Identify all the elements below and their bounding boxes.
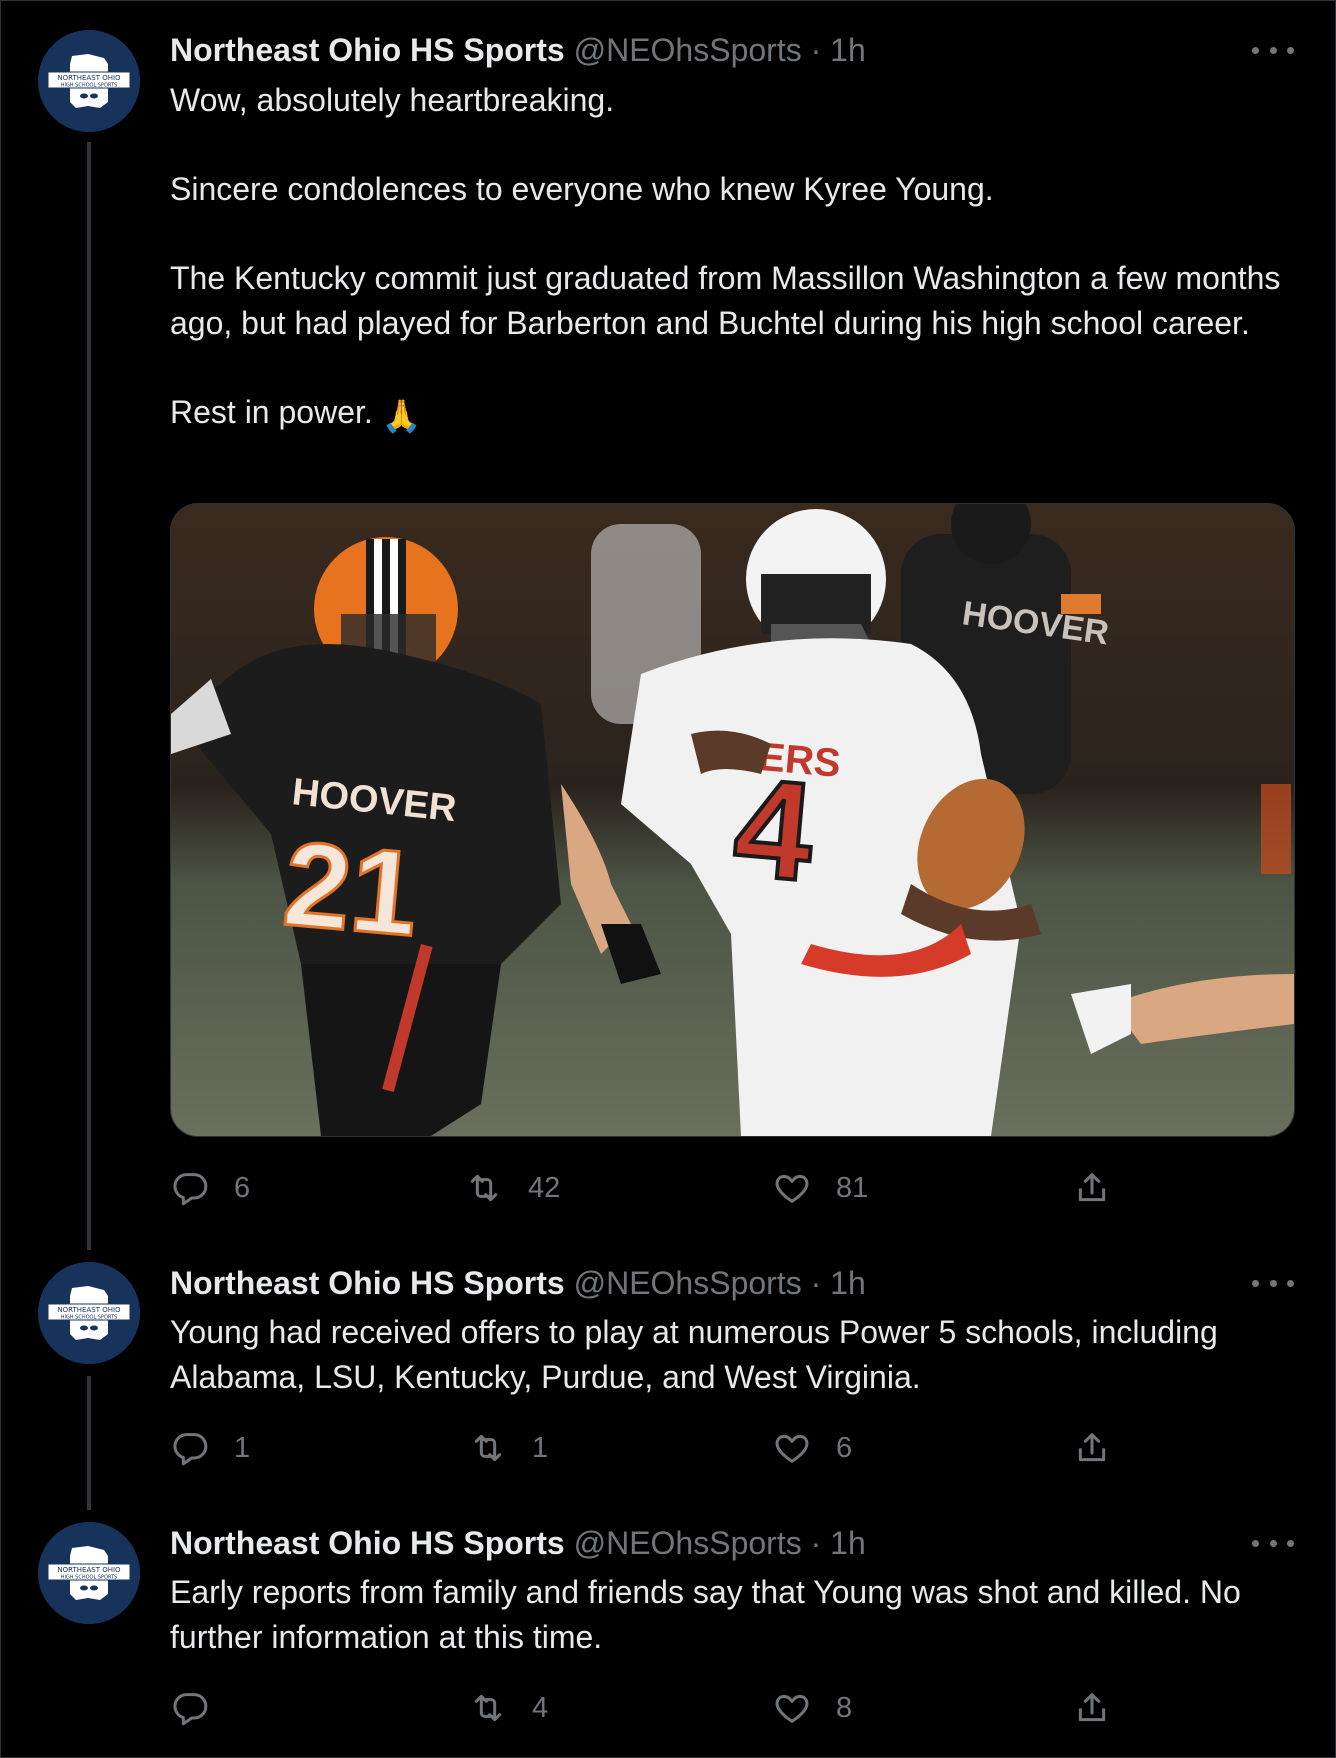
retweet-count: 1 (532, 1431, 549, 1464)
paragraph: Wow, absolutely heartbreaking. (170, 82, 615, 118)
handle[interactable]: @NEOhsSports (574, 1525, 802, 1561)
share-icon (1078, 1693, 1106, 1722)
tweet-actions: 1 1 6 (170, 1426, 1170, 1470)
share-button[interactable] (1072, 1426, 1112, 1470)
svg-text:NORTHEAST OHIO: NORTHEAST OHIO (57, 74, 121, 82)
more-icon[interactable] (1252, 1528, 1294, 1558)
reply-count: 1 (234, 1431, 251, 1464)
avatar[interactable]: NORTHEAST OHIO HIGH SCHOOL SPORTS (38, 30, 140, 132)
tweet-text: Wow, absolutely heartbreaking. Sincere c… (170, 78, 1290, 438)
more-icon[interactable] (1252, 1268, 1294, 1298)
reply-button[interactable]: 1 (170, 1426, 250, 1470)
reply-icon (173, 1173, 208, 1206)
retweet-count: 42 (528, 1171, 561, 1204)
paragraph: The Kentucky commit just graduated from … (170, 260, 1290, 341)
tweet-actions: 6 42 81 (170, 1166, 1170, 1210)
display-name[interactable]: Northeast Ohio HS Sports (170, 32, 565, 68)
timestamp[interactable]: · 1h (811, 1265, 866, 1301)
share-button[interactable] (1072, 1166, 1112, 1210)
like-count: 8 (836, 1691, 853, 1724)
reply-count: 6 (234, 1171, 251, 1204)
reply-button[interactable] (170, 1686, 234, 1730)
retweet-icon (470, 1174, 498, 1202)
paragraph: Sincere condolences to everyone who knew… (170, 171, 994, 207)
svg-text:NORTHEAST OHIO: NORTHEAST OHIO (57, 1306, 121, 1314)
like-count: 6 (836, 1431, 853, 1464)
share-button[interactable] (1072, 1686, 1112, 1730)
svg-text:HIGH SCHOOL SPORTS: HIGH SCHOOL SPORTS (61, 1315, 118, 1321)
tweet-text: Early reports from family and friends sa… (170, 1574, 1250, 1655)
tweet-header: Northeast Ohio HS Sports @NEOhsSports · … (170, 1523, 866, 1563)
svg-text:NORTHEAST OHIO: NORTHEAST OHIO (57, 1566, 121, 1574)
retweet-count: 4 (532, 1691, 549, 1724)
avatar[interactable]: NORTHEAST OHIO HIGH SCHOOL SPORTS (38, 1522, 140, 1624)
thread-connector (87, 142, 91, 1250)
football-photo-icon: HOOVER HOOVER 21 TIGERS 4 (171, 504, 1294, 1136)
reply-icon (173, 1433, 208, 1466)
retweet-icon (474, 1694, 502, 1722)
retweet-button[interactable]: 4 (468, 1686, 548, 1730)
display-name[interactable]: Northeast Ohio HS Sports (170, 1265, 565, 1301)
heart-icon (775, 1174, 809, 1203)
logo-icon: NORTHEAST OHIO HIGH SCHOOL SPORTS (38, 1522, 140, 1624)
logo-icon: NORTHEAST OHIO HIGH SCHOOL SPORTS (38, 1262, 140, 1364)
tweet-actions: 4 8 (170, 1686, 1170, 1730)
tweet-photo[interactable]: HOOVER HOOVER 21 TIGERS 4 (170, 503, 1295, 1137)
svg-text:HIGH SCHOOL SPORTS: HIGH SCHOOL SPORTS (61, 1575, 118, 1581)
paragraph: Rest in power. (170, 393, 373, 430)
svg-text:21: 21 (279, 816, 424, 961)
reply-icon (173, 1693, 208, 1726)
thread-connector (87, 1376, 91, 1510)
handle[interactable]: @NEOhsSports (574, 1265, 802, 1301)
reply-button[interactable]: 6 (170, 1166, 250, 1210)
timestamp[interactable]: · 1h (811, 32, 866, 68)
heart-icon (775, 1694, 809, 1723)
share-icon (1078, 1173, 1106, 1202)
tweet-text: Young had received offers to play at num… (170, 1314, 1225, 1395)
handle[interactable]: @NEOhsSports (574, 32, 802, 68)
logo-icon: NORTHEAST OHIO HIGH SCHOOL SPORTS (38, 30, 140, 132)
avatar[interactable]: NORTHEAST OHIO HIGH SCHOOL SPORTS (38, 1262, 140, 1364)
like-button[interactable]: 8 (772, 1686, 852, 1730)
retweet-button[interactable]: 42 (464, 1166, 560, 1210)
pray-emoji: 🙏 (381, 397, 422, 434)
tweet-header: Northeast Ohio HS Sports @NEOhsSports · … (170, 30, 866, 70)
heart-icon (775, 1434, 809, 1463)
svg-text:HIGH SCHOOL SPORTS: HIGH SCHOOL SPORTS (61, 83, 118, 89)
like-button[interactable]: 81 (772, 1166, 868, 1210)
display-name[interactable]: Northeast Ohio HS Sports (170, 1525, 565, 1561)
more-icon[interactable] (1252, 35, 1294, 65)
share-icon (1078, 1433, 1106, 1462)
svg-text:4: 4 (728, 747, 819, 910)
retweet-icon (474, 1434, 502, 1462)
timestamp[interactable]: · 1h (811, 1525, 866, 1561)
tweet-header: Northeast Ohio HS Sports @NEOhsSports · … (170, 1263, 866, 1303)
like-count: 81 (836, 1171, 869, 1204)
retweet-button[interactable]: 1 (468, 1426, 548, 1470)
like-button[interactable]: 6 (772, 1426, 852, 1470)
